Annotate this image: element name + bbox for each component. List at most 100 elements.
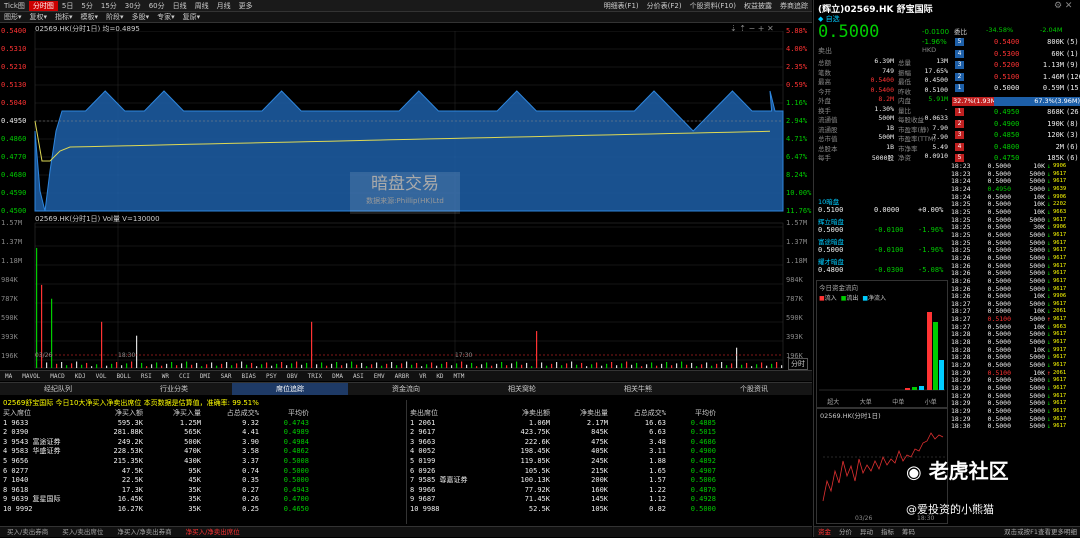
volume-bar [116, 361, 118, 368]
period-日线[interactable]: 日线 [169, 1, 191, 11]
table-row[interactable]: 10 9988 52.5K 105K 0.82 0.5000 [410, 505, 720, 515]
tab-资金流向[interactable]: 资金流向 [348, 383, 464, 395]
right-tab[interactable]: 资金 [814, 527, 835, 537]
table-row[interactable]: 1 2061 1.06M 2.17M 16.63 0.4885 [410, 419, 720, 429]
indicator-TRIX[interactable]: TRIX [303, 373, 327, 380]
bottom-tab[interactable]: 买入/卖出券商 [0, 527, 55, 537]
indicator-VOL[interactable]: VOL [91, 373, 112, 380]
table-row[interactable]: 8 9618 17.3K 35K 0.27 0.4943 [3, 486, 318, 496]
indicator-BIAS[interactable]: BIAS [237, 373, 261, 380]
settings-icon[interactable]: ⚙ ✕ [1054, 1, 1072, 11]
table-row[interactable]: 3 9663 222.6K 475K 3.48 0.4686 [410, 438, 720, 448]
table-row[interactable]: 3 9543 富途证券 249.2K 500K 3.90 0.4984 [3, 438, 318, 448]
tool-复权[interactable]: 复权▾ [26, 12, 52, 22]
tab-个股资讯[interactable]: 个股资讯 [696, 383, 812, 395]
related-name[interactable]: 耀才暗盘 [818, 256, 844, 266]
right-tab[interactable]: 分价 [835, 527, 856, 537]
indicator-ARBR[interactable]: ARBR [390, 373, 414, 380]
bottom-tab[interactable]: 净买入/净卖出席位 [179, 527, 247, 537]
period-60分[interactable]: 60分 [145, 1, 169, 11]
bottom-tab[interactable]: 净买入/净卖出券商 [110, 527, 178, 537]
tool-指标[interactable]: 指标▾ [51, 12, 77, 22]
table-row[interactable]: 1 9633 595.3K 1.25M 9.32 0.4743 [3, 419, 318, 429]
period-15分[interactable]: 15分 [97, 1, 121, 11]
right-tab[interactable]: 筹码 [898, 527, 919, 537]
tool-图形[interactable]: 图形▾ [0, 12, 26, 22]
period-5日[interactable]: 5日 [58, 1, 77, 11]
toolbar-权益披露[interactable]: 权益披露 [740, 1, 776, 11]
table-row[interactable]: 6 0926 105.5K 215K 1.65 0.4907 [410, 467, 720, 477]
table-row[interactable]: 6 0277 47.5K 95K 0.74 0.5000 [3, 467, 318, 477]
tab-席位追踪[interactable]: 席位追踪 [232, 383, 348, 395]
tab-相关牛熊[interactable]: 相关牛熊 [580, 383, 696, 395]
tab-行业分类[interactable]: 行业分类 [116, 383, 232, 395]
indicator-EMV[interactable]: EMV [369, 373, 390, 380]
indicator-SAR[interactable]: SAR [216, 373, 237, 380]
tab-相关窝轮[interactable]: 相关窝轮 [464, 383, 580, 395]
period-月线[interactable]: 月线 [213, 1, 235, 11]
table-row[interactable]: 8 9966 77.92K 160K 1.22 0.4870 [410, 486, 720, 496]
toolbar-券商追踪[interactable]: 券商追踪 [776, 1, 812, 11]
period-更多[interactable]: 更多 [235, 1, 257, 11]
period-分时图[interactable]: 分时图 [28, 0, 58, 11]
related-name[interactable]: 富途暗盘 [818, 236, 844, 246]
indicator-WR[interactable]: WR [157, 373, 174, 380]
indicator-DMI[interactable]: DMI [195, 373, 216, 380]
right-tab[interactable]: 异动 [856, 527, 877, 537]
tool-复原[interactable]: 复原▾ [179, 12, 205, 22]
tick-list[interactable]: 18:23 0.5000 10K ↓ 9906 18:23 0.5000 5000 ↓ 9617 1… [951, 163, 1080, 431]
period-Tick图[interactable]: Tick图 [0, 1, 29, 11]
toolbar-明细表(F1)[interactable]: 明细表(F1) [600, 1, 643, 11]
table-row[interactable]: 7 1040 22.5K 45K 0.35 0.5000 [3, 476, 318, 486]
indicator-BOLL[interactable]: BOLL [111, 373, 135, 380]
indicator-ASI[interactable]: ASI [348, 373, 369, 380]
period-周线[interactable]: 周线 [191, 1, 213, 11]
table-row[interactable]: 5 0199 119.85K 245K 1.88 0.4892 [410, 457, 720, 467]
toolbar-个股资料(F10)[interactable]: 个股资料(F10) [686, 1, 740, 11]
indicator-MACD[interactable]: MACD [45, 373, 69, 380]
table-row[interactable]: 7 9585 尊嘉证券 100.13K 200K 1.57 0.5006 [410, 476, 720, 486]
tool-专家[interactable]: 专家▾ [153, 12, 179, 22]
indicator-MTM[interactable]: MTM [449, 373, 470, 380]
indicator-DMA[interactable]: DMA [327, 373, 348, 380]
table-row[interactable]: 2 0390 281.88K 565K 4.41 0.4989 [3, 428, 318, 438]
table-row[interactable]: 4 9583 华盛证券 228.53K 470K 3.58 0.4862 [3, 447, 318, 457]
period-30分[interactable]: 30分 [121, 1, 145, 11]
table-row[interactable]: 4 0052 198.45K 405K 3.11 0.4900 [410, 447, 720, 457]
period-5分[interactable]: 5分 [77, 1, 96, 11]
indicator-MAVOL[interactable]: MAVOL [17, 373, 45, 380]
pct-total: 3.58 [242, 447, 259, 456]
table-row[interactable]: 2 9617 423.75K 845K 6.63 0.5015 [410, 428, 720, 438]
tool-多股[interactable]: 多股▾ [128, 12, 154, 22]
tool-阶段[interactable]: 阶段▾ [102, 12, 128, 22]
volume-bar [311, 321, 313, 368]
table-row[interactable]: 5 9656 215.35K 430K 3.37 0.5008 [3, 457, 318, 467]
volume-bar [616, 365, 618, 368]
indicator-KDJ[interactable]: KDJ [70, 373, 91, 380]
indicator-KD[interactable]: KD [431, 373, 448, 380]
broker-id: 4 0052 [410, 447, 436, 456]
table-row[interactable]: 10 9992 16.27K 35K 0.25 0.4650 [3, 505, 318, 515]
related-name[interactable]: 10暗盘 [818, 196, 839, 206]
flow-bar [912, 387, 917, 390]
related-name[interactable]: 辉立暗盘 [818, 216, 844, 226]
volume-bar [131, 361, 133, 368]
volume-bar [326, 365, 328, 368]
toolbar-分价表(F2)[interactable]: 分价表(F2) [643, 1, 686, 11]
volume-bar [676, 363, 678, 368]
volume-bar [556, 361, 558, 368]
indicator-VR[interactable]: VR [414, 373, 431, 380]
bottom-tab[interactable]: 买入/卖出席位 [55, 527, 110, 537]
table-row[interactable]: 9 9639 复星国际 16.45K 35K 0.26 0.4700 [3, 495, 318, 505]
tool-模板[interactable]: 模板▾ [77, 12, 103, 22]
indicator-CCI[interactable]: CCI [174, 373, 195, 380]
indicator-OBV[interactable]: OBV [282, 373, 303, 380]
tab-经纪队列[interactable]: 经纪队列 [0, 383, 116, 395]
right-tab[interactable]: 指标 [877, 527, 898, 537]
indicator-MA[interactable]: MA [0, 373, 17, 380]
volume-bar [206, 364, 208, 368]
indicator-RSI[interactable]: RSI [136, 373, 157, 380]
table-row[interactable]: 9 9687 71.45K 145K 1.12 0.4928 [410, 495, 720, 505]
volume-bar [641, 366, 643, 368]
indicator-PSY[interactable]: PSY [261, 373, 282, 380]
